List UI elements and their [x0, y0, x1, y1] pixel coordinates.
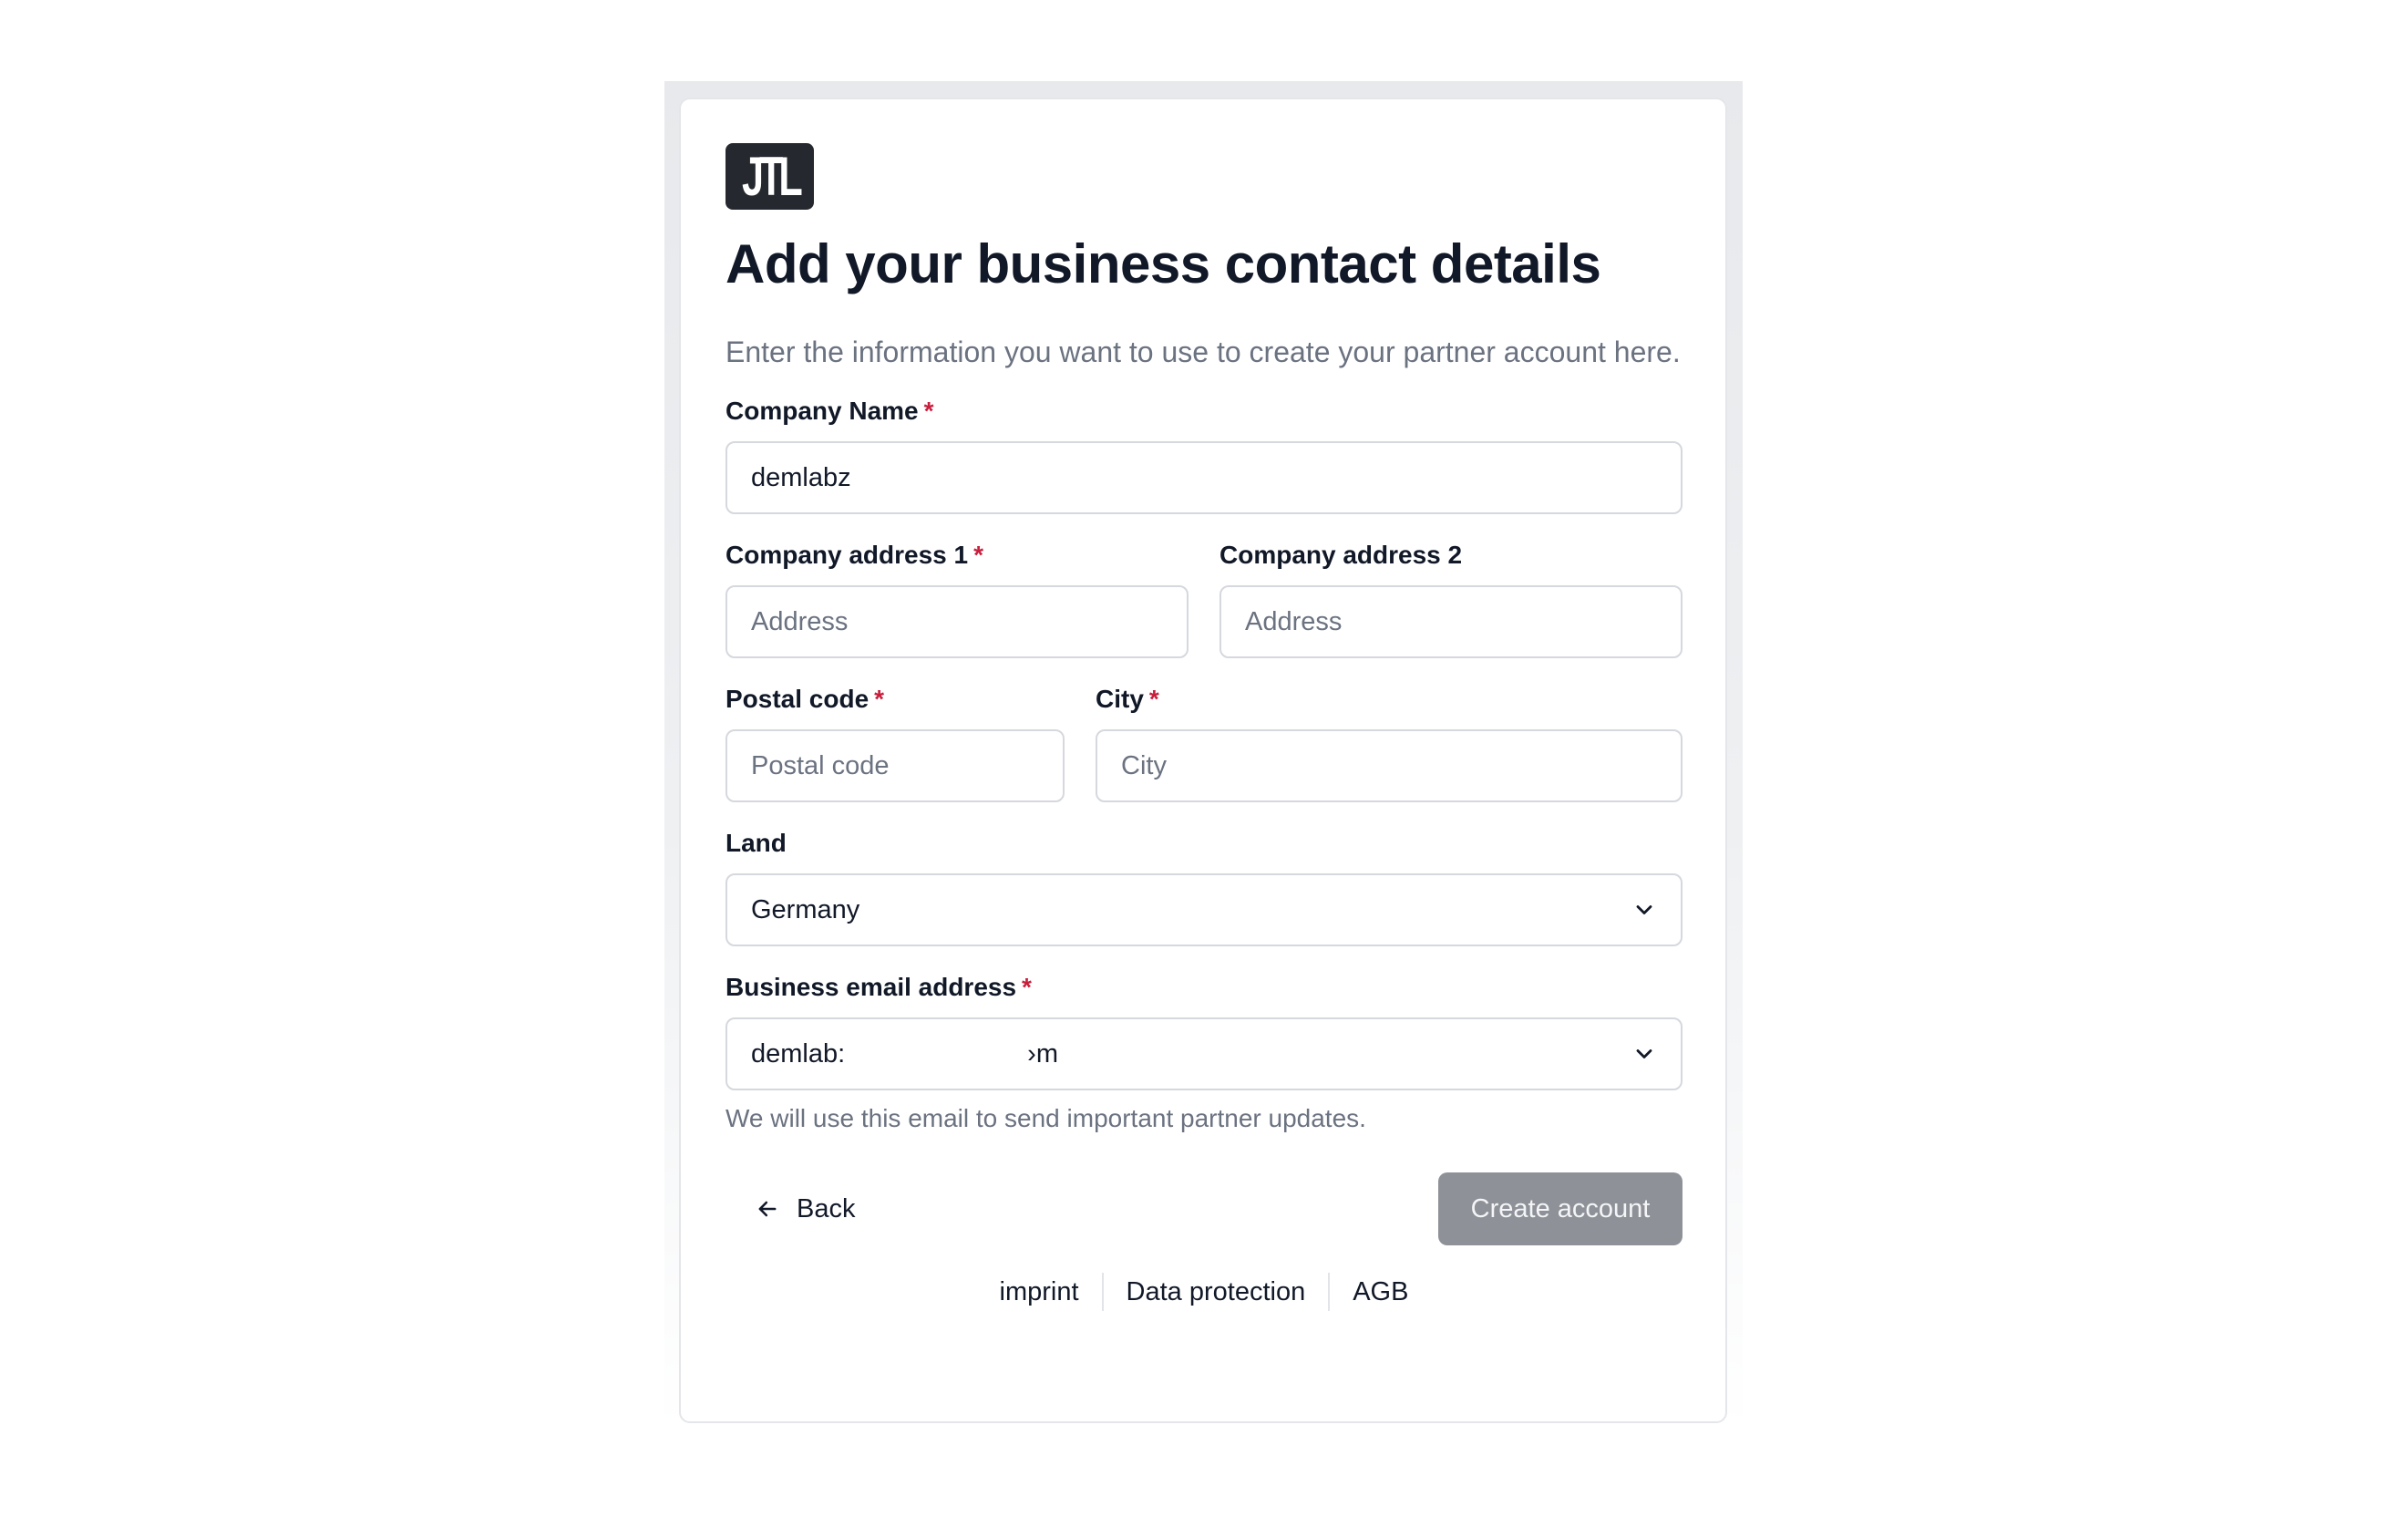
registration-card: JTL Add your business contact details En… [679, 98, 1727, 1423]
data-protection-link[interactable]: Data protection [1104, 1273, 1329, 1311]
city-label: City * [1096, 685, 1159, 713]
back-button[interactable]: Back [725, 1172, 855, 1245]
city-group: City * City [1096, 684, 1683, 802]
address1-input[interactable]: Address [725, 585, 1189, 658]
address2-placeholder: Address [1245, 606, 1343, 636]
postal-code-placeholder: Postal code [751, 750, 890, 780]
address2-input[interactable]: Address [1219, 585, 1683, 658]
address1-placeholder: Address [751, 606, 849, 636]
footer-links: imprint Data protection AGB [725, 1273, 1683, 1311]
arrow-left-icon [758, 1201, 777, 1217]
jtl-logo: JTL [725, 143, 814, 210]
create-account-button[interactable]: Create account [1438, 1172, 1683, 1245]
imprint-link[interactable]: imprint [977, 1273, 1102, 1311]
page-title: Add your business contact details [725, 233, 1601, 294]
email-hint: We will use this email to send important… [725, 1104, 1366, 1132]
land-value: Germany [751, 894, 860, 924]
chevron-down-icon [1636, 905, 1652, 914]
required-marker: * [1148, 685, 1159, 713]
page-subtitle: Enter the information you want to use to… [725, 336, 1681, 368]
email-select[interactable]: demlab: ›m [725, 1017, 1683, 1090]
create-account-label: Create account [1470, 1193, 1651, 1223]
required-marker: * [874, 685, 885, 713]
email-label: Business email address * [725, 973, 1032, 1001]
agb-link[interactable]: AGB [1330, 1273, 1431, 1311]
email-group: Business email address * demlab: ›m We wi… [725, 972, 1683, 1134]
company-name-group: Company Name * demlabz [725, 396, 1683, 514]
company-name-label: Company Name * [725, 397, 934, 425]
postal-code-group: Postal code * Postal code [725, 684, 1065, 802]
required-marker: * [1022, 973, 1032, 1001]
email-value-end: ›m [1027, 1038, 1058, 1069]
land-label: Land [725, 829, 787, 857]
land-select[interactable]: Germany [725, 873, 1683, 946]
address2-group: Company address 2 Address [1219, 540, 1683, 658]
postal-code-input[interactable]: Postal code [725, 729, 1065, 802]
land-group: Land Germany [725, 828, 1683, 946]
address1-label: Company address 1 * [725, 541, 984, 569]
form-actions: Back Create account [725, 1172, 1683, 1245]
address1-group: Company address 1 * Address [725, 540, 1189, 658]
address-row: Company address 1 * Address Company addre… [725, 540, 1683, 658]
city-placeholder: City [1121, 750, 1167, 780]
email-value-start: demlab: [751, 1038, 846, 1069]
chevron-down-icon [1636, 1049, 1652, 1058]
postal-code-label: Postal code * [725, 685, 885, 713]
required-marker: * [973, 541, 984, 569]
city-input[interactable]: City [1096, 729, 1683, 802]
company-name-value: demlabz [751, 462, 851, 492]
logo-text: JTL [741, 145, 803, 207]
required-marker: * [923, 397, 934, 425]
back-label: Back [797, 1193, 856, 1223]
company-name-input[interactable]: demlabz [725, 441, 1683, 514]
redacted-area [845, 1038, 1028, 1069]
address2-label: Company address 2 [1219, 541, 1463, 569]
postal-city-row: Postal code * Postal code City * City [725, 684, 1683, 802]
